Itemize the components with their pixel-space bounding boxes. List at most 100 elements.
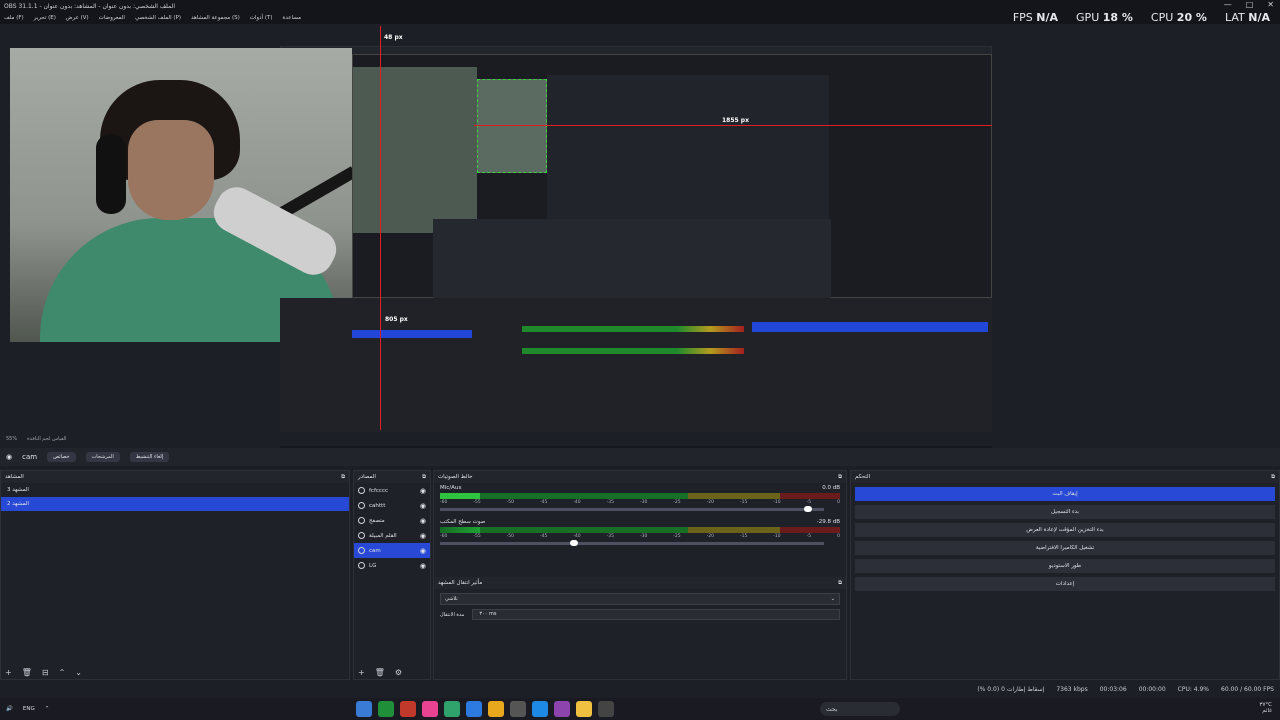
menu-file[interactable]: ملف (F) — [4, 15, 24, 21]
close-button[interactable]: ✕ — [1267, 0, 1274, 9]
app-icon[interactable] — [466, 701, 482, 717]
scale-tick: -20 — [706, 500, 714, 505]
menu-help[interactable]: مساعدة — [283, 15, 302, 21]
stream-time: 00:03:06 — [1099, 685, 1127, 693]
duration-input[interactable]: ٣٠٠ ms — [472, 609, 840, 620]
source-item[interactable]: cam ◉ — [354, 543, 430, 558]
visibility-icon[interactable]: ◉ — [420, 562, 426, 570]
volume-knob[interactable] — [570, 540, 579, 546]
scale-tick: -55 — [473, 500, 481, 505]
source-item[interactable]: LG ◉ — [354, 558, 430, 573]
visibility-icon[interactable]: ◉ — [420, 502, 426, 510]
visibility-icon[interactable]: ◉ — [420, 487, 426, 495]
camera-icon: ◉ — [6, 453, 13, 461]
visibility-icon[interactable]: ◉ — [420, 517, 426, 525]
dock-options-icon[interactable]: ⧉ — [838, 580, 842, 587]
menu-profile[interactable]: الملف الشخصي (P) — [135, 15, 181, 21]
dock-options-icon[interactable]: ⧉ — [838, 474, 842, 481]
properties-button[interactable]: خصائص — [47, 452, 76, 462]
weather-widget[interactable]: ٣٧°C غائم — [1259, 702, 1272, 714]
menu-tools[interactable]: أدوات (T) — [250, 15, 273, 21]
settings-button[interactable]: إعدادات — [855, 577, 1275, 591]
move-up-icon[interactable]: ⌃ — [59, 668, 66, 677]
scene-item[interactable]: المشهد 3 — [1, 483, 349, 497]
filters-button[interactable]: المرشحات — [85, 452, 120, 462]
dock-options-icon[interactable]: ⧉ — [341, 474, 345, 481]
trash-icon[interactable]: 🗑 — [375, 668, 385, 677]
start-virtual-camera-button[interactable]: تشغيل الكاميرا الافتراضية — [855, 541, 1275, 555]
guide-vertical — [380, 26, 381, 430]
app-icon[interactable] — [422, 701, 438, 717]
menu-scene-collection[interactable]: مجموعة المشاهد (S) — [191, 15, 240, 21]
meter-scale: -60 -55 -50 -45 -40 -35 -30 -25 -20 -15 -10 -5 0 — [440, 500, 840, 505]
zoom-level[interactable]: 55% — [6, 436, 17, 442]
channel-db: 0.0 dB — [822, 485, 840, 491]
menu-docks[interactable]: المعروضات — [99, 15, 125, 21]
app-icon[interactable] — [510, 701, 526, 717]
app-icon[interactable] — [532, 701, 548, 717]
gear-icon[interactable]: ⚙ — [395, 668, 402, 677]
studio-mode-button[interactable]: طور الاستوديو — [855, 559, 1275, 573]
chevron-up-icon[interactable]: ⌃ — [45, 706, 50, 712]
level-meter — [440, 493, 840, 499]
maximize-button[interactable]: □ — [1246, 0, 1254, 9]
menu-edit[interactable]: تحرير (E) — [34, 15, 56, 21]
add-icon[interactable]: + — [5, 668, 12, 677]
app-icon[interactable] — [554, 701, 570, 717]
move-down-icon[interactable]: ⌄ — [75, 668, 82, 677]
source-item[interactable]: fcfcccc ◉ — [354, 483, 430, 498]
app-icon[interactable] — [400, 701, 416, 717]
fps-readout: 60.00 / 60.00 FPS — [1221, 685, 1274, 693]
app-icon[interactable] — [576, 701, 592, 717]
scale-tick: -40 — [573, 534, 581, 539]
measure-top-label: 48 px — [384, 34, 403, 41]
nested-capture[interactable] — [352, 54, 992, 299]
scaling-mode[interactable]: القياس لجم النافذة — [27, 436, 66, 442]
app-icon[interactable] — [356, 701, 372, 717]
chevron-down-icon: ⌄ — [830, 596, 835, 602]
preview-area[interactable]: 48 px 1855 px 805 px — [0, 24, 1280, 454]
dock-options-icon[interactable]: ⧉ — [1271, 474, 1275, 481]
language-indicator[interactable]: ENG — [23, 706, 35, 712]
scale-tick: -20 — [706, 534, 714, 539]
scenes-title: المشاهد — [5, 474, 24, 480]
visibility-icon[interactable]: ◉ — [420, 547, 426, 555]
app-icon[interactable] — [378, 701, 394, 717]
scale-tick: -10 — [773, 500, 781, 505]
app-icon[interactable] — [598, 701, 614, 717]
dock-options-icon[interactable]: ⧉ — [422, 474, 426, 481]
dropped-frames: إسقاط إطارات 0 (0.0 %) — [977, 685, 1045, 693]
scene-item[interactable]: المشهد 2 — [1, 497, 349, 511]
scale-tick: -10 — [773, 534, 781, 539]
start-recording-button[interactable]: بدء التسجيل — [855, 505, 1275, 519]
volume-slider[interactable] — [440, 540, 824, 546]
scale-tick: -45 — [539, 534, 548, 539]
scenes-footer: + 🗑 ⊟ ⌃ ⌄ — [5, 668, 82, 677]
filter-icon[interactable]: ⊟ — [42, 668, 49, 677]
minimize-button[interactable]: — — [1224, 0, 1232, 9]
volume-slider[interactable] — [440, 506, 824, 512]
deactivate-button[interactable]: إلغاء التنشيط — [129, 452, 170, 462]
app-icon[interactable] — [488, 701, 504, 717]
trash-icon[interactable]: 🗑 — [22, 668, 32, 677]
sources-title: المصادر — [358, 474, 376, 480]
add-icon[interactable]: + — [358, 668, 365, 677]
stop-streaming-button[interactable]: إيقاف البث — [855, 487, 1275, 501]
app-icon[interactable] — [444, 701, 460, 717]
source-icon — [358, 502, 365, 509]
source-item[interactable]: القلم المبيلة ◉ — [354, 528, 430, 543]
menu-view[interactable]: عرض (V) — [66, 15, 89, 21]
level-fill — [440, 493, 480, 499]
channel-name: صوت سطح المكتب — [440, 519, 486, 525]
scale-tick: -45 — [539, 500, 548, 505]
source-item[interactable]: متصفح ◉ — [354, 513, 430, 528]
scale-tick: -15 — [739, 534, 748, 539]
source-item[interactable]: cahttt ◉ — [354, 498, 430, 513]
start-replay-buffer-button[interactable]: بدء التخزين المؤقت لإعادة العرض — [855, 523, 1275, 537]
speaker-icon[interactable]: 🔊 — [6, 706, 13, 712]
taskbar-search[interactable]: بحث — [820, 702, 900, 716]
duration-label: مدة الانتقال — [440, 611, 465, 618]
volume-knob[interactable] — [804, 506, 813, 512]
transition-select[interactable]: تلاشي ⌄ — [440, 593, 840, 605]
visibility-icon[interactable]: ◉ — [420, 532, 426, 540]
